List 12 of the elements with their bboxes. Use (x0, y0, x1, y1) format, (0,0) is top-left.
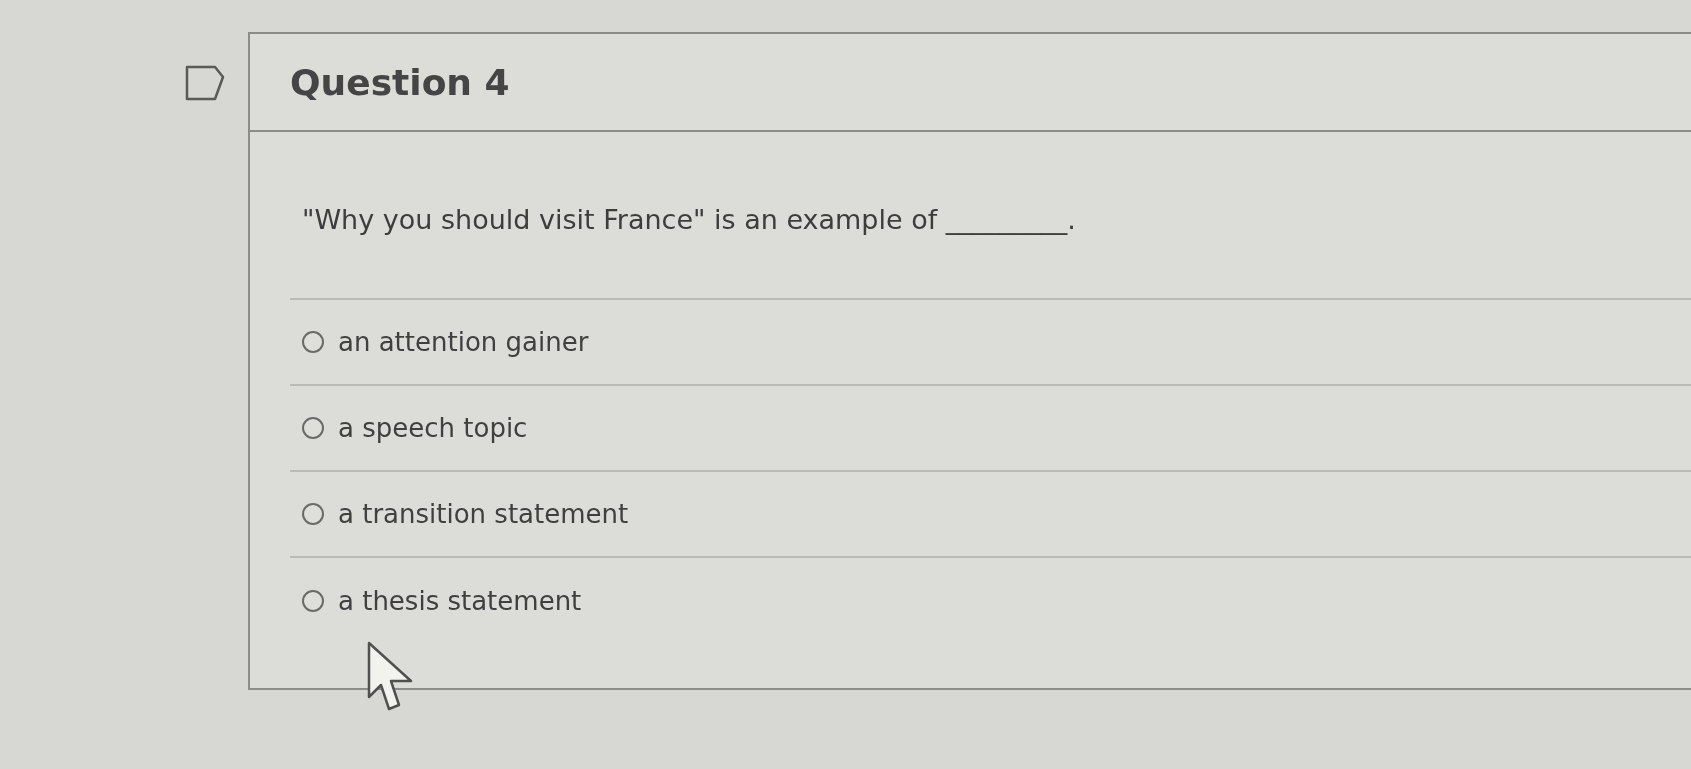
question-text: "Why you should visit France" is an example of _________. (302, 204, 1076, 235)
option-label[interactable]: a speech topic (338, 413, 528, 443)
option-label[interactable]: an attention gainer (338, 327, 589, 357)
radio-button[interactable] (302, 331, 324, 353)
tag-icon[interactable] (185, 65, 225, 101)
radio-button[interactable] (302, 417, 324, 439)
radio-button[interactable] (302, 503, 324, 525)
question-title: Question 4 (290, 61, 510, 103)
option-label[interactable]: a transition statement (338, 499, 629, 529)
mouse-pointer-icon (367, 641, 415, 713)
radio-button[interactable] (302, 590, 324, 612)
option-label[interactable]: a thesis statement (338, 586, 582, 616)
